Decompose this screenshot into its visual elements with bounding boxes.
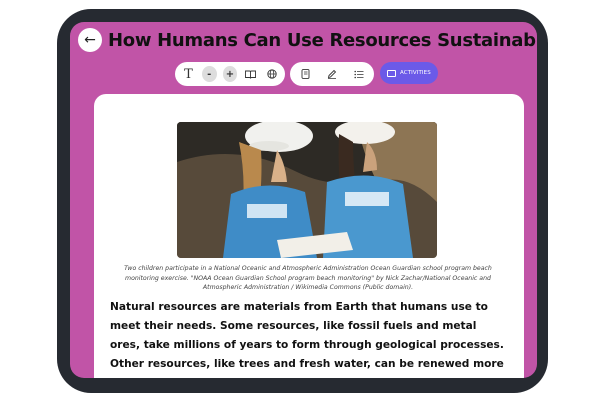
notebook-icon[interactable] — [299, 66, 312, 82]
activities-button[interactable]: ACTIVITIES — [380, 62, 438, 84]
photo-illustration — [177, 122, 437, 258]
article-card: Two children participate in a National O… — [94, 94, 524, 378]
activities-label: ACTIVITIES — [400, 70, 431, 76]
plus-icon: + — [225, 68, 235, 80]
minus-icon: - — [207, 68, 212, 80]
back-button[interactable]: ← — [78, 28, 102, 52]
pencil-icon[interactable] — [326, 66, 339, 82]
presentation-icon — [387, 69, 396, 77]
article-paragraph: Natural resources are materials from Ear… — [110, 301, 504, 378]
book-icon[interactable] — [243, 66, 258, 82]
decrease-text-button[interactable]: - — [201, 66, 217, 82]
text-tools-group: T - + — [175, 62, 285, 86]
app-screen: ← How Humans Can Use Resources Sustainab… — [70, 22, 537, 378]
note-tools-group — [290, 62, 374, 86]
globe-icon[interactable] — [264, 66, 279, 82]
page-title: How Humans Can Use Resources Sustainably — [108, 30, 537, 51]
increase-text-button[interactable]: + — [222, 66, 238, 82]
photo-caption: Two children participate in a National O… — [124, 265, 492, 291]
arrow-left-icon: ← — [84, 32, 96, 48]
list-icon[interactable] — [352, 66, 365, 82]
text-size-icon[interactable]: T — [181, 66, 196, 82]
article-photo — [177, 122, 437, 258]
